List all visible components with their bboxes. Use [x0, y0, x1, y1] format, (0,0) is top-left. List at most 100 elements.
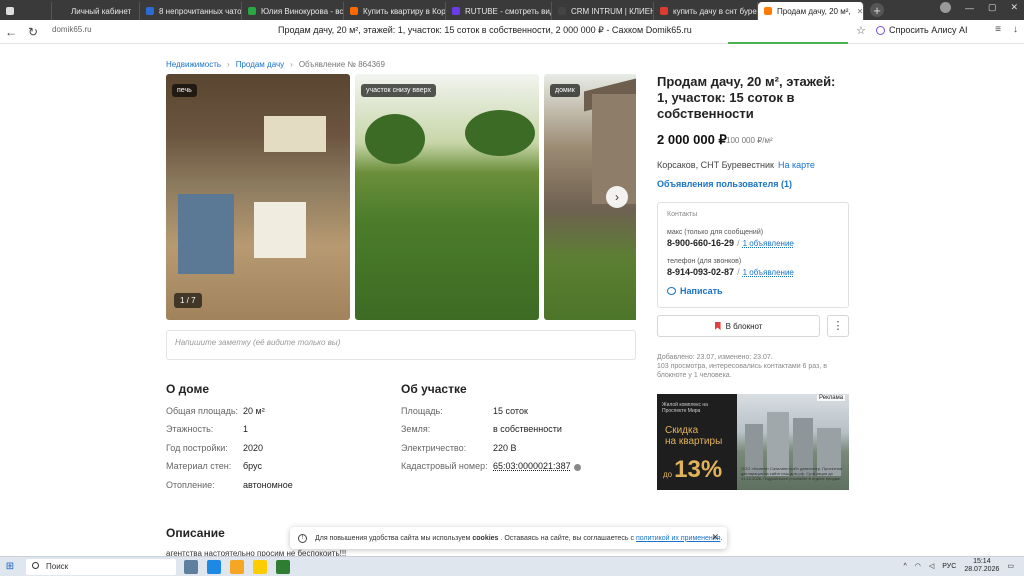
contact-separator: / [737, 267, 740, 277]
ad-small-text: Жилой комплекс на Проспекте Мира [662, 402, 708, 414]
detail-key: Общая площадь: [166, 406, 239, 416]
close-icon[interactable]: ✕ [711, 532, 719, 543]
back-arrow-icon[interactable]: ← [0, 25, 22, 39]
maximize-icon[interactable]: ▢ [988, 2, 997, 13]
tab-favicon-icon [350, 7, 358, 15]
about-house-title: О доме [166, 382, 210, 396]
clock-time: 15:14 [973, 558, 991, 565]
browser-tab[interactable]: 8 непрочитанных чатов [140, 2, 242, 20]
photo-detail-cupboard [254, 202, 306, 258]
reload-icon[interactable]: ↻ [22, 25, 44, 39]
tab-favicon-icon [558, 7, 566, 15]
profile-avatar[interactable] [939, 2, 951, 13]
browser-tab[interactable]: Купить квартиру в Корс [344, 2, 446, 20]
listing-stats: 103 просмотра, интересовались контактами… [657, 363, 827, 379]
windows-taskbar: ⊞ Поиск ^ ◠ ◁ РУС 15:14 28.07.2026 ▭ [0, 556, 1024, 576]
ad-banner[interactable]: Жилой комплекс на Проспекте Мира Скидка … [657, 394, 849, 490]
clock[interactable]: 15:14 28.07.2026 [964, 558, 999, 574]
add-to-notebook-button[interactable]: В блокнот [657, 315, 820, 337]
detail-key: Материал стен: [166, 461, 232, 472]
contact-name: телефон (для звонков) [667, 258, 742, 265]
url-domain[interactable]: domik65.ru [52, 25, 92, 34]
photo-detail-stove [178, 194, 234, 274]
taskbar-app-icon[interactable] [253, 560, 267, 574]
browser-tab-bar: Личный кабинет 8 непрочитанных чатов Юлия … [0, 0, 1024, 20]
menu-icon[interactable]: ≡ [995, 24, 1001, 35]
tab-close-icon[interactable]: ✕ [857, 7, 863, 16]
browser-menu[interactable] [0, 2, 52, 20]
breadcrumb-sell-dacha[interactable]: Продам дачу [236, 60, 284, 69]
info-icon[interactable] [574, 464, 581, 472]
cookie-policy-link[interactable]: политикой их применения [636, 535, 721, 542]
minimize-icon[interactable]: — [965, 3, 974, 13]
contacts-header: Контакты [667, 211, 698, 218]
browser-tab[interactable]: RUTUBE - смотреть видео [446, 2, 552, 20]
listing-location: Корсаков, СНТ Буревестник На карте [657, 160, 815, 170]
detail-value: в собственности [493, 424, 562, 435]
tab-label: RUTUBE - смотреть видео [465, 6, 551, 16]
language-indicator[interactable]: РУС [942, 563, 956, 570]
detail-key: Отопление: [166, 479, 215, 490]
search-icon [32, 562, 39, 569]
start-windows-icon[interactable]: ⊞ [0, 557, 20, 576]
detail-value: брус [243, 461, 262, 472]
contact-phone[interactable]: 8-900-660-16-29 [667, 238, 734, 248]
browser-tab[interactable]: CRM INTRUM | КЛИЕНТ [552, 2, 654, 20]
browser-tab[interactable]: купить дачу в снт буреве [654, 2, 758, 20]
description-title: Описание [166, 526, 225, 540]
ad-discount: до13% [663, 456, 722, 484]
breadcrumb-separator-icon: › [227, 60, 230, 69]
listing-title: Продам дачу, 20 м², этажей: 1, участок: … [657, 74, 836, 121]
photo-detail-cabinet [264, 116, 326, 152]
page-title-in-address[interactable]: Продам дачу, 20 м², этажей: 1, участок: … [278, 25, 692, 36]
tray-chevron-icon[interactable]: ^ [904, 563, 907, 570]
map-link[interactable]: На карте [778, 160, 815, 170]
taskbar-search[interactable]: Поиск [26, 559, 176, 575]
note-field[interactable]: Напишите заметку (её видите только вы) [166, 330, 636, 360]
detail-value[interactable]: 65:03:0000021:387 [493, 461, 571, 471]
alisa-icon [876, 25, 885, 35]
taskbar-app-icon[interactable] [207, 560, 221, 574]
gallery-next-arrow-icon[interactable]: › [606, 186, 628, 208]
write-message-button[interactable]: Написать [667, 286, 723, 296]
bookmark-ribbon-icon [714, 322, 721, 330]
notifications-icon[interactable]: ▭ [1007, 562, 1014, 570]
detail-value: 2020 [243, 442, 264, 453]
taskbar-app-icon[interactable] [184, 560, 198, 574]
detail-key: Площадь: [401, 406, 443, 416]
contact-separator: / [737, 238, 740, 248]
close-window-icon[interactable]: ✕ [1010, 2, 1018, 13]
ad-left-panel: Жилой комплекс на Проспекте Мира Скидка … [657, 394, 737, 490]
more-options-button[interactable]: ⋮ [827, 315, 849, 337]
detail-key: Год постройки: [166, 442, 228, 453]
photo-gallery: печь 1 / 7 участок снизу вверх домик › [166, 74, 636, 320]
photo-tag: участок снизу вверх [361, 84, 436, 97]
detail-value: 1 [243, 424, 249, 435]
user-ads-link[interactable]: Объявления пользователя (1) [657, 179, 792, 189]
network-icon[interactable]: ◠ [915, 562, 921, 570]
contact-ads-link[interactable]: 1 объявление [743, 239, 794, 248]
tab-label: CRM INTRUM | КЛИЕНТ [571, 6, 654, 16]
about-plot-title: Об участке [401, 382, 467, 396]
bookmark-icon[interactable]: ☆ [856, 24, 866, 37]
browser-tab[interactable]: Продам дачу, 20 м², ✕ [758, 2, 864, 20]
taskbar-app-icon[interactable] [276, 560, 290, 574]
contact-phone[interactable]: 8-914-093-02-87 [667, 267, 734, 277]
browser-tab[interactable]: Личный кабинет [52, 2, 140, 20]
downloads-icon[interactable]: ↓ [1013, 24, 1018, 35]
breadcrumb-current: Объявление № 864369 [298, 60, 385, 69]
breadcrumb-realty[interactable]: Недвижимость [166, 60, 221, 69]
browser-tab[interactable]: Юлия Винокурова - все [242, 2, 344, 20]
photo-detail-tree [365, 114, 425, 164]
contact-phone-row: 8-900-660-16-29/1 объявление [667, 238, 794, 248]
contact-ads-link[interactable]: 1 объявление [743, 268, 794, 277]
ad-discount-prefix: до [663, 470, 673, 479]
volume-icon[interactable]: ◁ [929, 562, 934, 570]
new-tab-plus-icon[interactable]: + [870, 3, 884, 18]
taskbar-app-icon[interactable] [230, 560, 244, 574]
listing-price: 2 000 000 ₽ [657, 132, 727, 147]
detail-key: Этажность: [166, 424, 214, 435]
photo-stove[interactable]: печь 1 / 7 [166, 74, 350, 320]
ask-alisa-button[interactable]: Спросить Алису AI [876, 25, 968, 35]
photo-plot[interactable]: участок снизу вверх [355, 74, 539, 320]
